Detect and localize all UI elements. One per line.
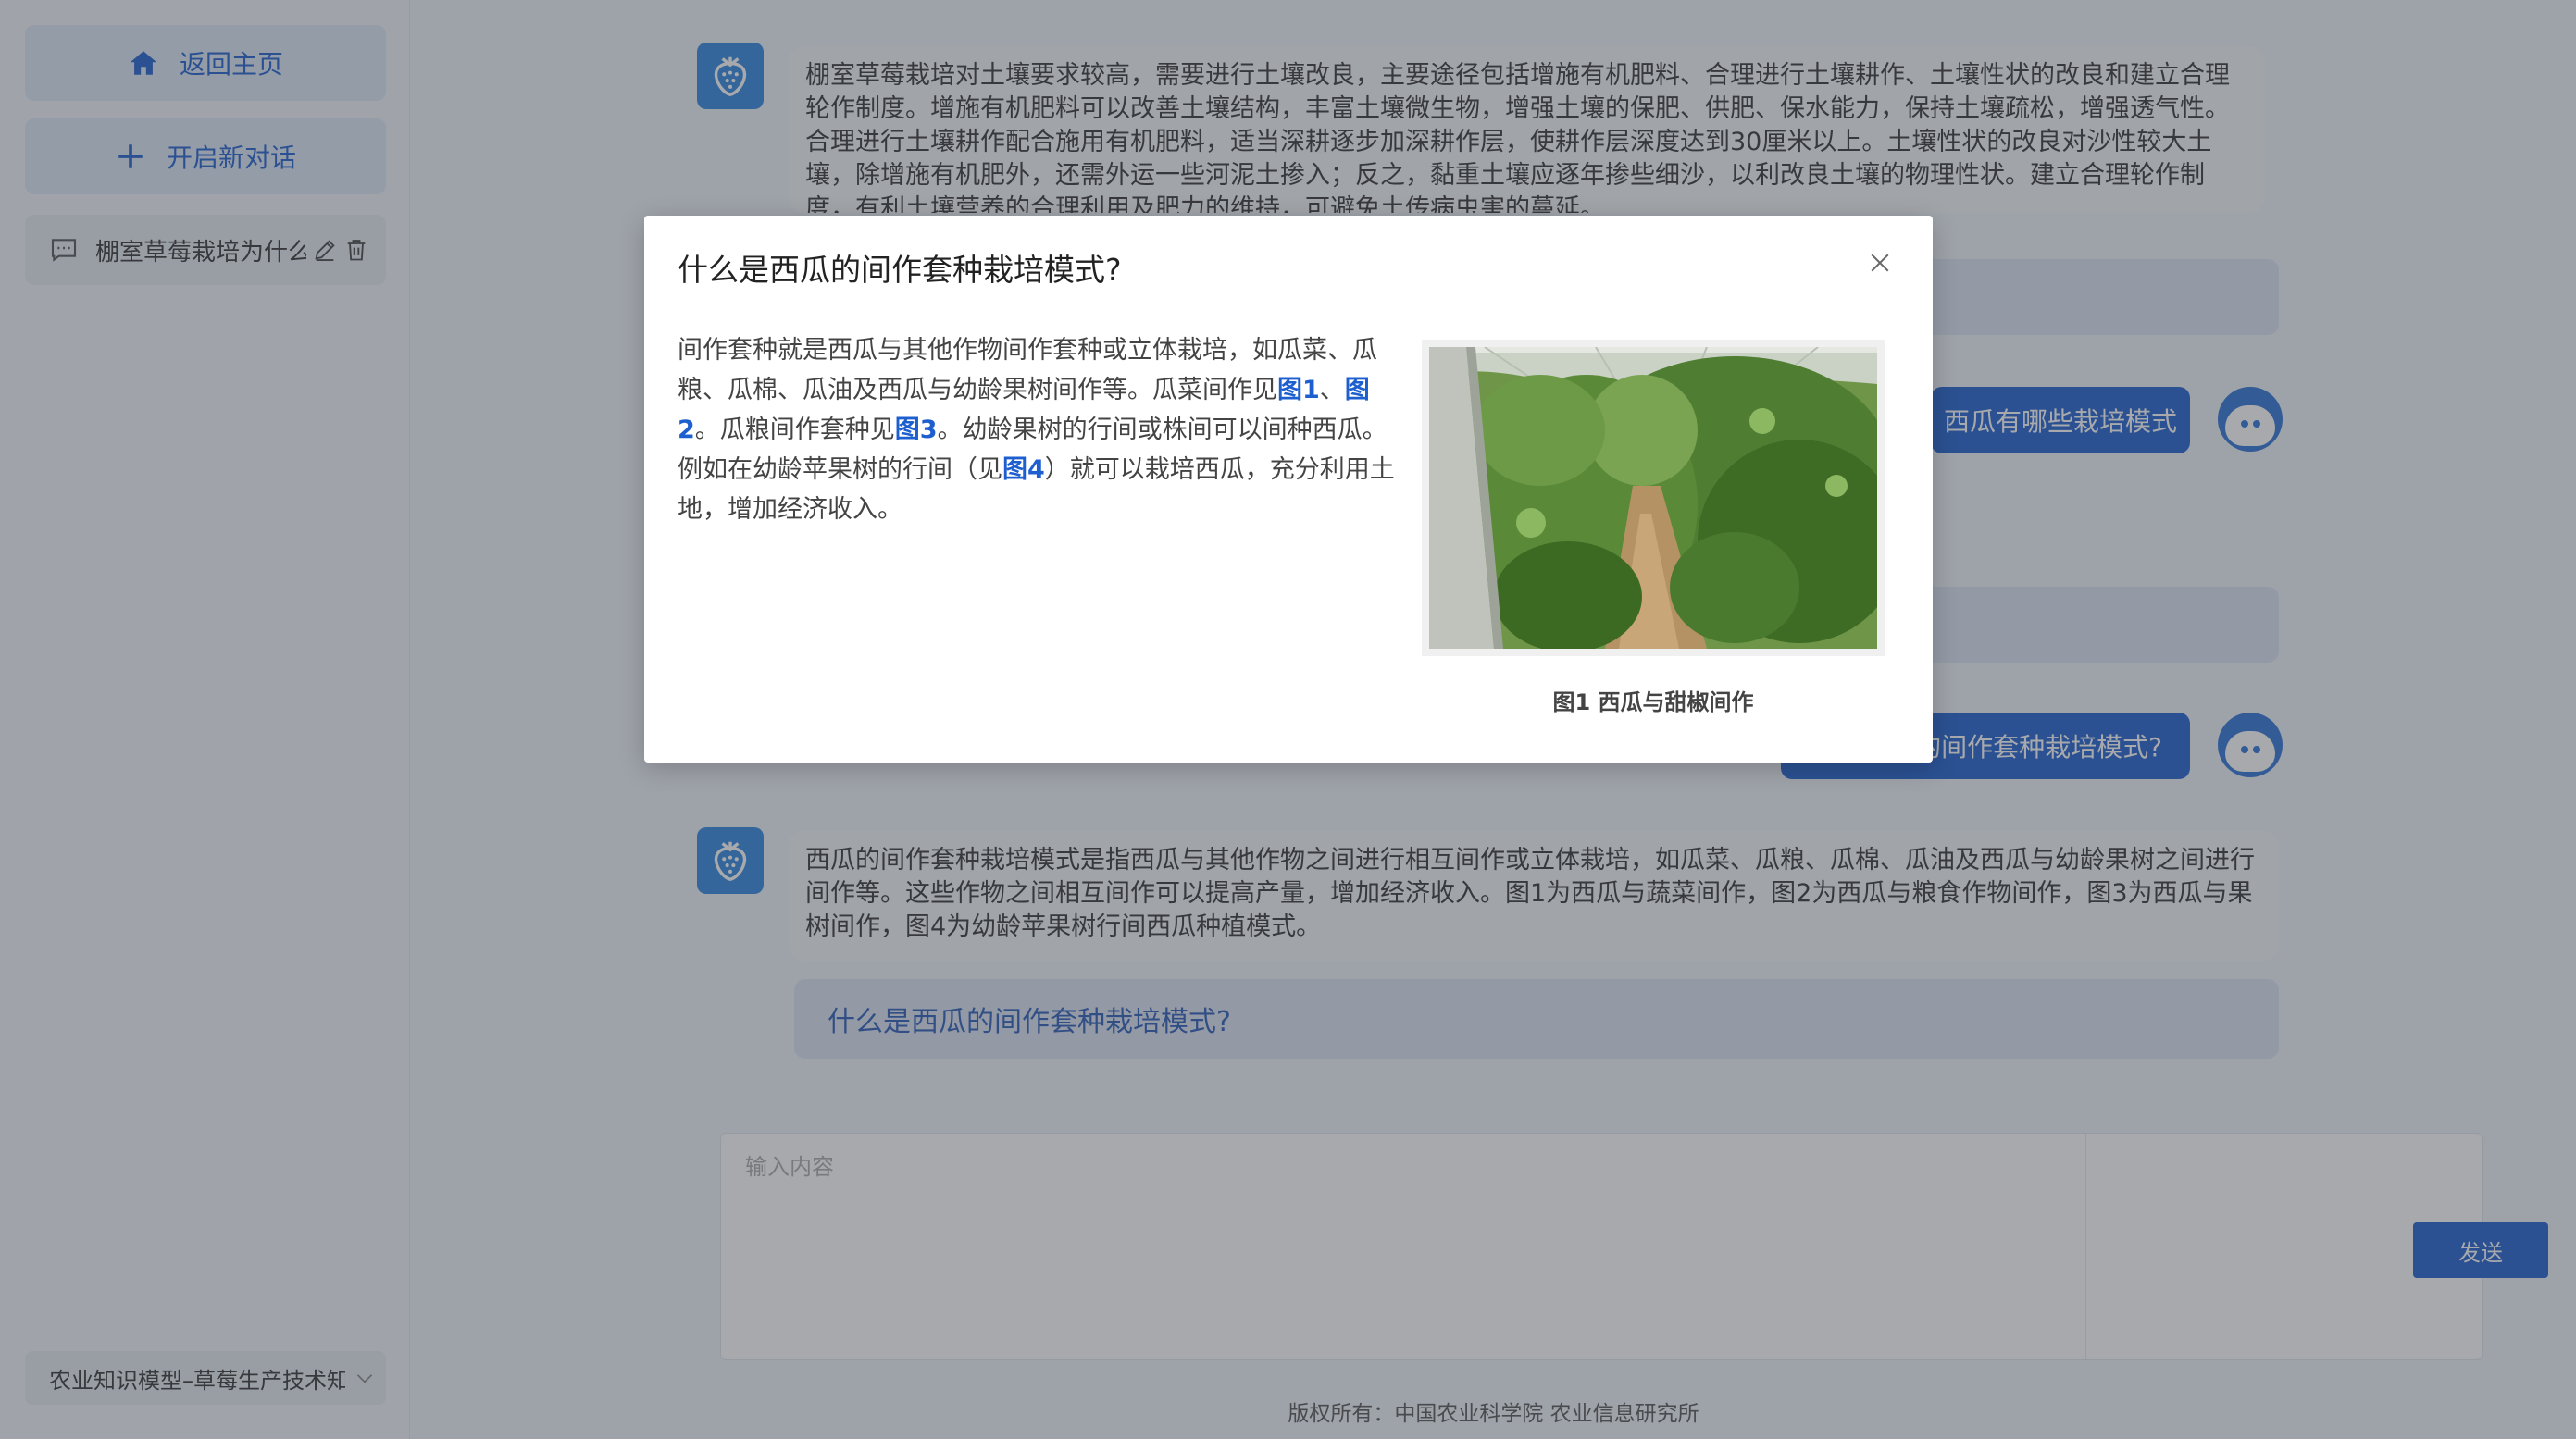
greenhouse-photo	[1422, 340, 1885, 656]
figure-caption: 图1 西瓜与甜椒间作	[1552, 689, 1754, 715]
figure-link-1[interactable]: 图1	[1277, 376, 1320, 404]
figure-link-4[interactable]: 图4	[1002, 455, 1045, 484]
modal-body-text: 间作套种就是西瓜与其他作物间作套种或立体栽培，如瓜菜、瓜粮、瓜棉、瓜油及西瓜与幼…	[678, 330, 1400, 529]
modal-separator: 、	[1319, 376, 1345, 404]
modal-title: 什么是西瓜的间作套种栽培模式?	[678, 252, 1122, 288]
modal-text-2: 。瓜粮间作套种见	[694, 416, 895, 444]
reference-modal: 什么是西瓜的间作套种栽培模式? 间作套种就是西瓜与其他作物间作套种或立体栽培，如…	[644, 216, 1933, 763]
greenhouse-photo-illustration	[1429, 347, 1877, 649]
figure-link-3[interactable]: 图3	[895, 416, 938, 444]
close-icon[interactable]	[1866, 249, 1894, 277]
modal-text-1: 间作套种就是西瓜与其他作物间作套种或立体栽培，如瓜菜、瓜粮、瓜棉、瓜油及西瓜与幼…	[678, 336, 1377, 404]
